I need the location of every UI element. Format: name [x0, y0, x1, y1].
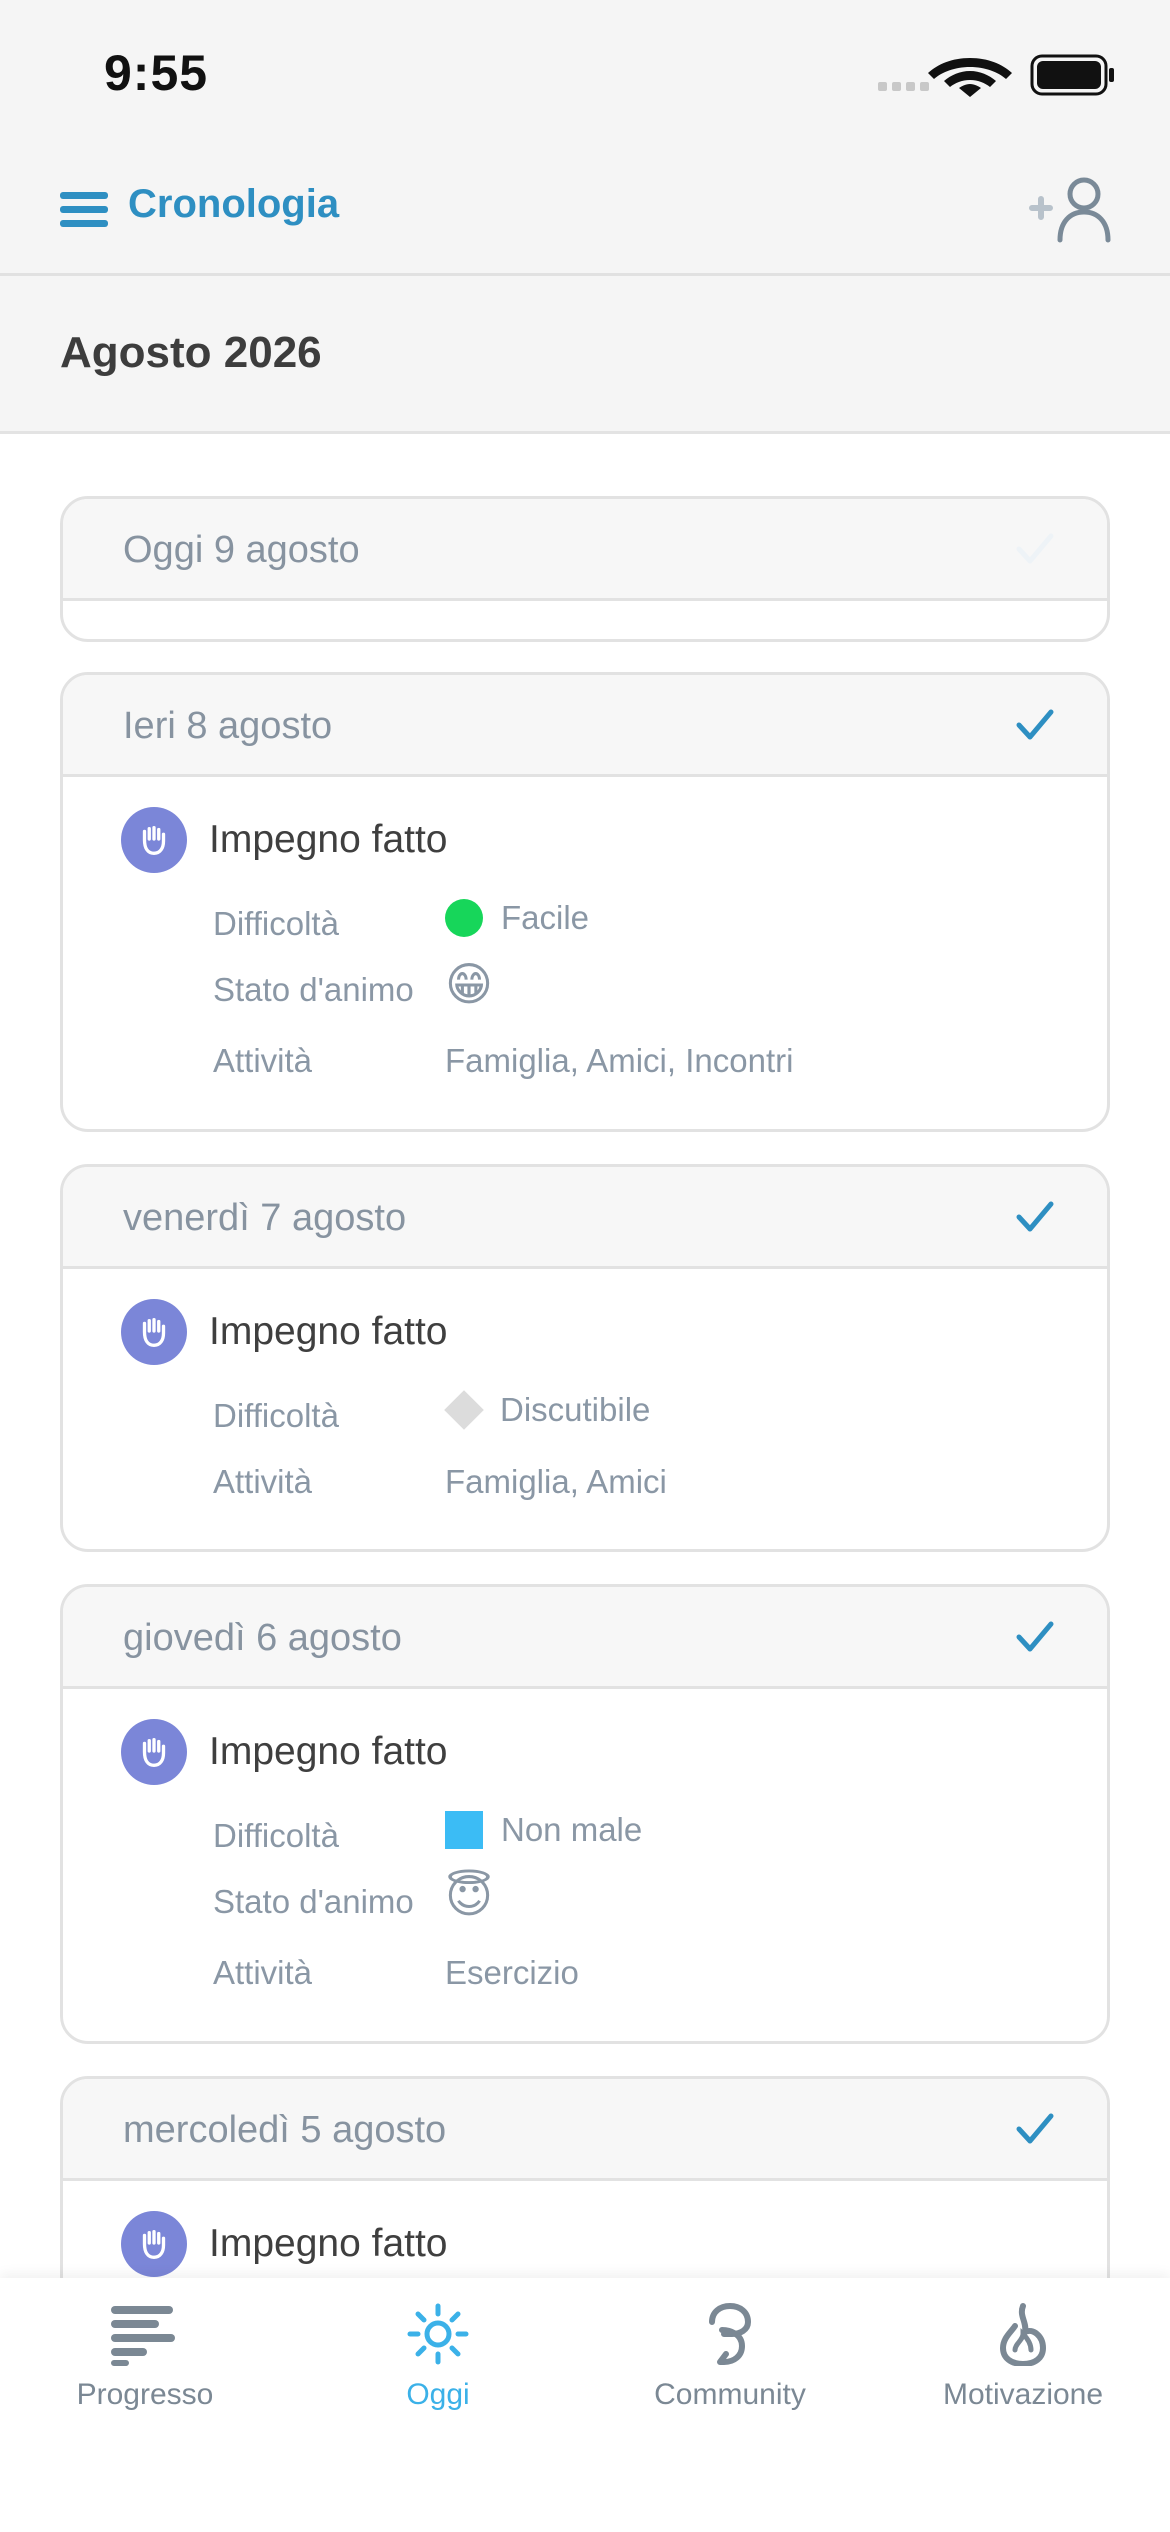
add-user-icon[interactable]: [1026, 174, 1116, 246]
day-header[interactable]: Oggi 9 agosto: [63, 499, 1107, 601]
header-title[interactable]: Cronologia: [128, 182, 339, 227]
entry-row[interactable]: Impegno fatto: [121, 1719, 448, 1785]
status-icons: [878, 54, 1114, 97]
day-label: Ieri 8 agosto: [123, 705, 333, 747]
activities-value: Esercizio: [445, 1954, 579, 1991]
tab-label: Motivazione: [942, 2378, 1104, 2411]
check-icon: [1016, 1201, 1054, 1232]
sun-icon: [407, 2303, 469, 2365]
tab-label: Oggi: [406, 2378, 470, 2411]
day-header[interactable]: mercoledì 5 agosto: [63, 2079, 1107, 2181]
difficulty-label: Difficoltà: [213, 905, 339, 942]
community-icon: [709, 2302, 752, 2365]
tab-community[interactable]: Community: [620, 2302, 840, 2452]
month-title: Agosto 2026: [60, 328, 322, 377]
difficulty-diamond-icon: [444, 1390, 484, 1430]
mood-emoji: 😇: [445, 1870, 493, 1922]
difficulty-text: Discutibile: [500, 1391, 651, 1428]
hand-icon: [121, 807, 187, 873]
tab-progresso[interactable]: Progresso: [35, 2302, 255, 2452]
status-time: 9:55: [104, 45, 209, 101]
status-bar: 9:55: [0, 0, 1170, 140]
wifi-icon: [928, 58, 1012, 97]
mood-emoji: 😁: [445, 958, 493, 1010]
menu-button[interactable]: [60, 192, 108, 228]
activities-label: Attività: [213, 1463, 313, 1500]
difficulty-text: Facile: [501, 899, 590, 936]
difficulty-label: Difficoltà: [213, 1397, 339, 1434]
difficulty-text: Non male: [501, 1811, 643, 1848]
check-icon: [1016, 533, 1054, 564]
battery-icon: [1030, 54, 1114, 96]
day-label: Oggi 9 agosto: [123, 529, 360, 571]
hand-icon: [121, 1719, 187, 1785]
tab-oggi[interactable]: Oggi: [328, 2302, 548, 2452]
month-bar: Agosto 2026: [0, 276, 1170, 434]
difficulty-value: Discutibile: [444, 1390, 651, 1430]
day-header[interactable]: Ieri 8 agosto: [63, 675, 1107, 777]
entry-title: Impegno fatto: [209, 1730, 448, 1773]
entry-title: Impegno fatto: [209, 818, 448, 861]
difficulty-value: Facile: [445, 899, 589, 937]
hamburger-icon: [60, 192, 108, 199]
activities-value: Famiglia, Amici, Incontri: [445, 1042, 794, 1079]
entry-title: Impegno fatto: [209, 1310, 448, 1353]
day-header[interactable]: giovedì 6 agosto: [63, 1587, 1107, 1689]
signal-icon: [878, 82, 929, 91]
activities-value: Famiglia, Amici: [445, 1463, 667, 1500]
app-header: Cronologia: [0, 140, 1170, 276]
hand-icon: [121, 1299, 187, 1365]
day-card: venerdì 7 agosto Impegno fatto Difficolt…: [60, 1164, 1110, 1552]
entry-title: Impegno fatto: [209, 2222, 448, 2265]
entry-row[interactable]: Impegno fatto: [121, 807, 448, 873]
mood-label: Stato d'animo: [213, 1883, 414, 1920]
entry-row[interactable]: Impegno fatto: [121, 1299, 448, 1365]
check-icon: [1016, 1621, 1054, 1652]
timeline-list[interactable]: Oggi 9 agosto Ieri 8 agosto Impegno fatt…: [0, 434, 1170, 2278]
day-card: mercoledì 5 agosto Impegno fatto: [60, 2076, 1110, 2278]
difficulty-dot-icon: [445, 899, 483, 937]
day-card: Ieri 8 agosto Impegno fatto Difficoltà F…: [60, 672, 1110, 1132]
hand-icon: [121, 2211, 187, 2277]
difficulty-square-icon: [445, 1811, 483, 1849]
mood-value: 😇: [445, 1873, 493, 1919]
difficulty-label: Difficoltà: [213, 1817, 339, 1854]
difficulty-value: Non male: [445, 1811, 642, 1849]
tab-label: Community: [654, 2378, 806, 2411]
tab-label: Progresso: [76, 2378, 214, 2411]
check-icon: [1016, 2113, 1054, 2144]
entry-row[interactable]: Impegno fatto: [121, 2211, 448, 2277]
check-icon: [1016, 709, 1054, 740]
day-label: venerdì 7 agosto: [123, 1197, 407, 1239]
day-card: Oggi 9 agosto: [60, 496, 1110, 642]
day-card: giovedì 6 agosto Impegno fatto Difficolt…: [60, 1584, 1110, 2044]
activities-label: Attività: [213, 1954, 313, 1991]
day-label: mercoledì 5 agosto: [123, 2109, 447, 2151]
day-header[interactable]: venerdì 7 agosto: [63, 1167, 1107, 1269]
activities-label: Attività: [213, 1042, 313, 1079]
tab-motivazione[interactable]: Motivazione: [913, 2302, 1133, 2452]
tab-bar: Progresso Oggi Community Motivazione: [0, 2278, 1170, 2532]
mood-value: 😁: [445, 961, 493, 1007]
day-label: giovedì 6 agosto: [123, 1617, 402, 1659]
mood-label: Stato d'animo: [213, 971, 414, 1008]
motivation-icon: [1000, 2303, 1046, 2366]
progress-icon: [111, 2306, 175, 2366]
